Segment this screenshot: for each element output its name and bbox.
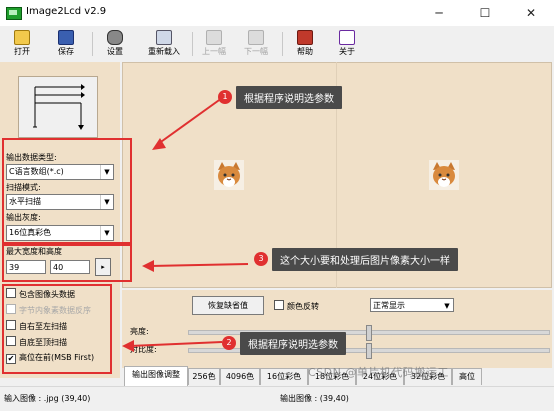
reload-button[interactable]: 重新载入	[142, 28, 186, 60]
help-label: 帮助	[297, 47, 313, 56]
tab-4096-color[interactable]: 4096色	[220, 368, 260, 385]
save-icon	[58, 30, 74, 45]
window-title: Image2Lcd v2.9	[26, 6, 107, 17]
next-image-icon	[248, 30, 264, 45]
next-image-button[interactable]: 下一幅	[240, 28, 272, 60]
open-label: 打开	[14, 47, 30, 56]
restore-default-button[interactable]: 恢复缺省值	[192, 296, 264, 315]
toolbar: 打开 保存 设置 重新载入 上一幅 下一幅 帮助 关于	[0, 26, 554, 62]
contrast-label: 对比度:	[130, 345, 157, 354]
annotation-box-size	[2, 244, 132, 282]
close-button[interactable]: ✕	[508, 0, 554, 26]
display-mode-value: 正常显示	[373, 301, 405, 310]
toolbar-separator	[282, 32, 283, 56]
open-folder-icon	[14, 30, 30, 45]
output-image-thumbnail	[429, 160, 459, 190]
toolbar-separator	[192, 32, 193, 56]
status-bar: 输入图像 : .jpg (39,40) 输出图像 : (39,40)	[0, 386, 554, 411]
settings-label: 设置	[107, 47, 123, 56]
help-button[interactable]: 帮助	[292, 28, 318, 60]
settings-icon	[107, 30, 123, 45]
prev-image-icon	[206, 30, 222, 45]
tab-output-adjust[interactable]: 输出图像调整	[124, 366, 188, 386]
invert-color-label: 颜色反转	[287, 302, 319, 311]
slider-thumb[interactable]	[366, 325, 372, 341]
watermark: CSDN @单片机代码搬运工	[308, 366, 449, 379]
input-image-status: 输入图像 : .jpg (39,40)	[4, 394, 91, 403]
reload-icon	[156, 30, 172, 45]
scan-diagram	[18, 76, 98, 138]
tab-msb[interactable]: 高位	[452, 368, 482, 385]
about-label: 关于	[339, 47, 355, 56]
about-button[interactable]: 关于	[334, 28, 360, 60]
tab-256-color[interactable]: 256色	[188, 368, 220, 385]
slider-thumb[interactable]	[366, 343, 372, 359]
save-label: 保存	[58, 47, 74, 56]
annotation-callout: 这个大小要和处理后图片像素大小一样	[272, 248, 458, 271]
display-mode-select[interactable]: 正常显示 ▼	[370, 298, 454, 312]
toolbar-separator	[92, 32, 93, 56]
tab-16bit-color[interactable]: 16位彩色	[260, 368, 308, 385]
image-adjust-pane: 恢复缺省值 颜色反转 正常显示 ▼ 亮度: 对比度:	[122, 290, 552, 368]
about-i2l-icon	[339, 30, 355, 45]
annotation-number: 3	[254, 252, 268, 266]
invert-color-checkbox[interactable]: 颜色反转	[274, 300, 319, 312]
help-book-icon	[297, 30, 313, 45]
maximize-button[interactable]: ☐	[462, 0, 508, 26]
previous-image-button[interactable]: 上一幅	[198, 28, 230, 60]
annotation-number: 1	[218, 90, 232, 104]
open-button[interactable]: 打开	[8, 28, 36, 60]
title-bar: Image2Lcd v2.9 ─ ☐ ✕	[0, 0, 554, 26]
reload-label: 重新载入	[148, 47, 180, 56]
image2lcd-window: Image2Lcd v2.9 ─ ☐ ✕ 打开 保存 设置 重新载入 上一幅 下…	[0, 0, 554, 411]
save-button[interactable]: 保存	[52, 28, 80, 60]
app-icon	[6, 7, 22, 20]
checkbox[interactable]	[274, 300, 284, 310]
chevron-down-icon: ▼	[444, 302, 450, 310]
annotation-box-params	[2, 138, 132, 244]
input-image-thumbnail	[214, 160, 244, 190]
previous-image-label: 上一幅	[202, 47, 226, 56]
annotation-callout: 根据程序说明选参数	[236, 86, 342, 109]
next-image-label: 下一幅	[244, 47, 268, 56]
annotation-number: 2	[222, 336, 236, 350]
annotation-box-options	[2, 284, 112, 374]
minimize-button[interactable]: ─	[416, 0, 462, 26]
brightness-label: 亮度:	[130, 327, 149, 336]
output-image-status: 输出图像 : (39,40)	[280, 394, 349, 403]
settings-button[interactable]: 设置	[100, 28, 130, 60]
annotation-callout: 根据程序说明选参数	[240, 332, 346, 355]
